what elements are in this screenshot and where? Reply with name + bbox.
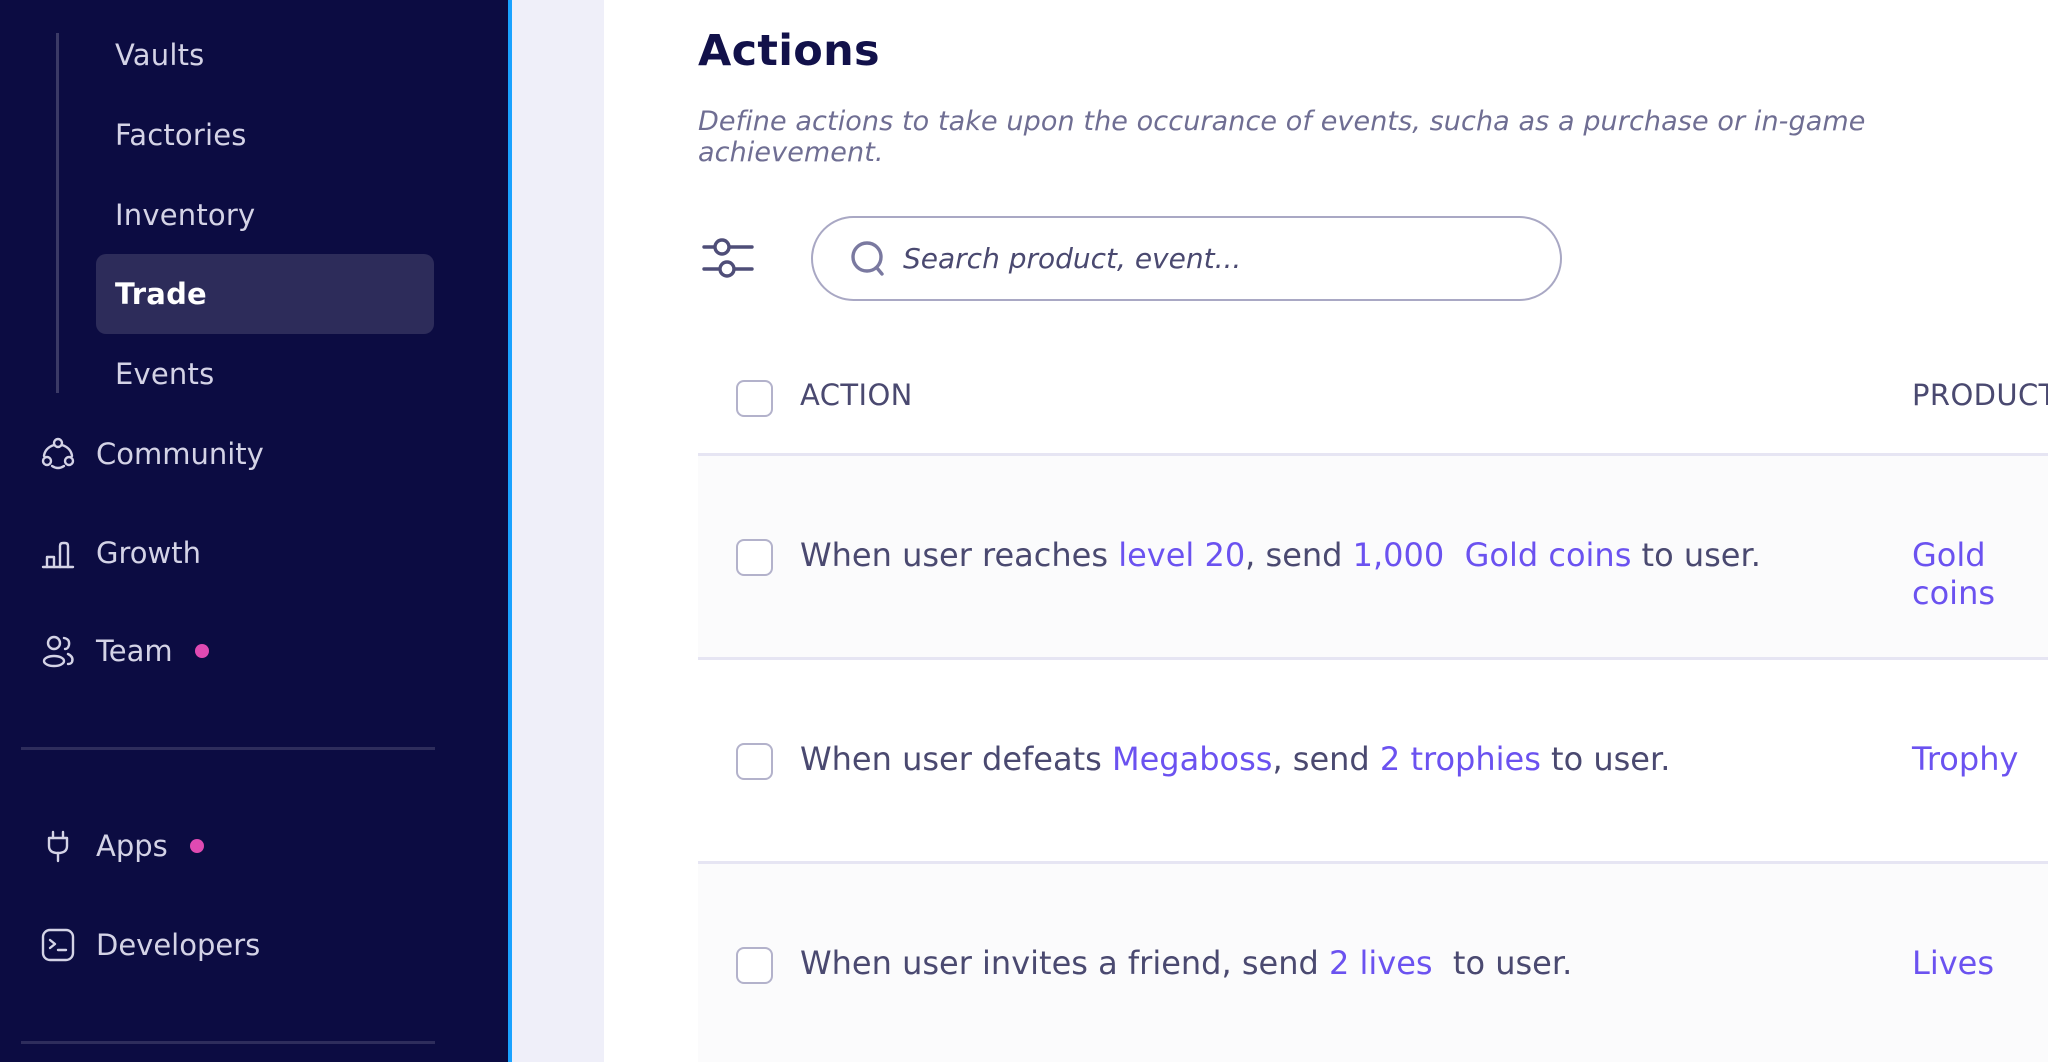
action-description: When user defeats Megaboss, send 2 troph… [800,740,1670,778]
action-description: When user reaches level 20, send 1,000 G… [800,536,1761,574]
bar-chart-icon [38,533,78,573]
select-all-checkbox[interactable] [736,380,773,417]
sidebar-item-inventory[interactable]: Inventory [96,175,434,255]
action-parameter-link[interactable]: Megaboss [1112,740,1272,778]
action-parameter-link[interactable]: 2 lives [1329,944,1433,982]
sidebar-item-label: Developers [96,928,261,962]
row-checkbox[interactable] [736,743,773,780]
action-text [1444,536,1464,574]
notification-dot [194,644,209,658]
page-title: Actions [698,26,880,76]
sidebar-item-community[interactable]: Community [38,419,264,489]
sidebar-item-apps[interactable]: Apps [38,811,204,881]
search-box[interactable] [811,216,1562,301]
action-text: , send [1272,740,1380,778]
content-gutter [512,0,604,1062]
action-text: to user. [1631,536,1761,574]
row-checkbox[interactable] [736,947,773,984]
search-icon [851,240,884,276]
sidebar-divider [21,747,435,750]
notification-dot [189,839,204,853]
sidebar-item-developers[interactable]: Developers [38,910,260,980]
sidebar: Vaults Factories Inventory Trade Events … [0,0,508,1062]
sidebar-item-factories[interactable]: Factories [96,95,434,175]
main-content: Actions Define actions to take upon the … [604,0,2048,1062]
action-parameter-link[interactable]: 1,000 [1353,536,1445,574]
table-header: ACTION PRODUCT [698,350,2048,456]
sidebar-item-events[interactable]: Events [96,334,434,414]
action-text: When user invites a friend, send [800,944,1329,982]
filter-button[interactable] [700,230,756,286]
action-text: , send [1245,536,1353,574]
page-subtitle: Define actions to take upon the occuranc… [698,106,1866,168]
action-text: When user reaches [800,536,1119,574]
sidebar-item-label: Community [96,437,264,471]
row-checkbox[interactable] [736,539,773,576]
action-parameter-link[interactable]: level 20 [1118,536,1245,574]
sliders-icon [702,238,754,278]
sidebar-item-label: Apps [96,829,168,863]
sidebar-item-label: Trade [115,277,207,311]
sidebar-item-trade[interactable]: Trade [96,254,434,334]
table-row[interactable]: When user invites a friend, send 2 lives… [698,864,2048,1062]
action-text: to user. [1432,944,1573,982]
sidebar-divider [21,1041,435,1044]
sidebar-item-growth[interactable]: Growth [38,518,201,588]
product-link[interactable]: Trophy [1912,740,2018,778]
action-text: to user. [1540,740,1671,778]
community-icon [38,434,78,474]
sidebar-item-label: Team [96,634,173,668]
sidebar-item-label: Factories [115,118,247,152]
terminal-icon [38,925,78,965]
action-description: When user invites a friend, send 2 lives… [800,944,1572,982]
action-text: When user defeats [800,740,1112,778]
action-parameter-link[interactable]: 2 trophies [1380,740,1541,778]
sidebar-item-label: Vaults [115,38,205,72]
subnav-tree-line [56,33,59,393]
sidebar-item-label: Inventory [115,198,256,232]
product-link[interactable]: Lives [1912,944,1994,982]
table-body: When user reaches level 20, send 1,000 G… [698,456,2048,1062]
table-row[interactable]: When user reaches level 20, send 1,000 G… [698,456,2048,660]
sidebar-item-label: Growth [96,536,201,570]
sidebar-item-team[interactable]: Team [38,616,209,686]
column-header-product[interactable]: PRODUCT [1912,378,2048,412]
actions-table: ACTION PRODUCT When user reaches level 2… [698,350,2048,1062]
plug-icon [38,826,78,866]
sidebar-item-label: Events [115,357,215,391]
table-row[interactable]: When user defeats Megaboss, send 2 troph… [698,660,2048,864]
team-icon [38,631,78,671]
product-link[interactable]: Gold coins [1912,536,2048,612]
action-parameter-link[interactable]: Gold coins [1465,536,1632,574]
column-header-action[interactable]: ACTION [800,378,913,412]
search-input[interactable] [903,242,1503,275]
sidebar-item-vaults[interactable]: Vaults [96,15,434,95]
